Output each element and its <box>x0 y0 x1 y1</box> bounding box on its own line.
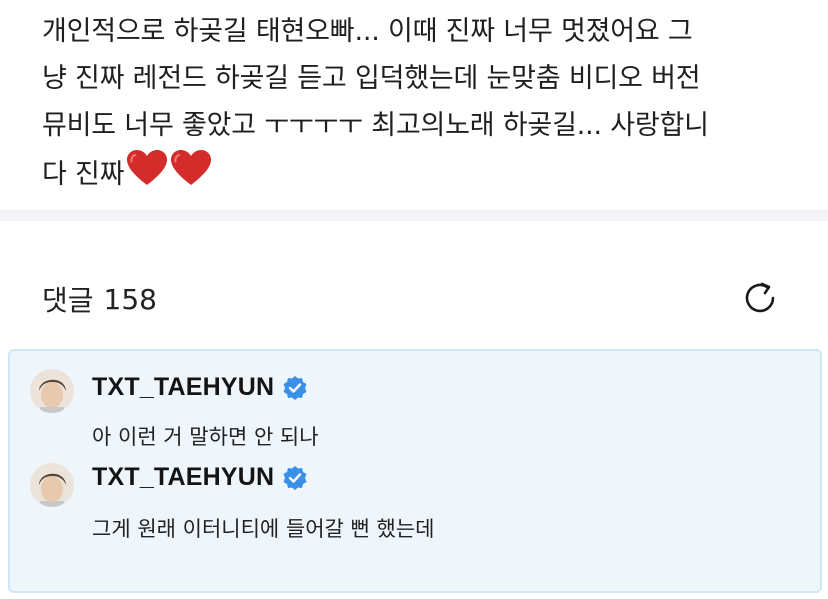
post-line-last: 다 진짜 <box>42 149 802 202</box>
comment-text: 아 이런 거 말하면 안 되나 <box>92 425 319 449</box>
heart-icon <box>170 149 212 202</box>
comments-label: 댓글 <box>42 284 94 317</box>
post-detail-page: 개인적으로 하곶길 태현오빠... 이때 진짜 너무 멋졌어요 그 냥 진짜 레… <box>0 0 828 599</box>
heart-icon <box>126 149 168 202</box>
avatar[interactable] <box>30 369 74 413</box>
highlighted-comments: TXT_TAEHYUN 아 이런 거 말하면 안 되나 TXT_TAEHYUN <box>8 349 822 593</box>
comment-text: 그게 원래 이터니티에 들어갈 뻔 했는데 <box>92 517 435 541</box>
post-line: 냥 진짜 레전드 하곶길 듣고 입덕했는데 눈맞춤 비디오 버전 <box>42 63 701 94</box>
section-divider <box>0 210 828 221</box>
post-line: 개인적으로 하곶길 태현오빠... 이때 진짜 너무 멋졌어요 그 <box>42 16 693 47</box>
comments-header: 댓글 158 <box>42 279 157 319</box>
author-name: TXT_TAEHYUN <box>92 373 275 401</box>
post-body: 개인적으로 하곶길 태현오빠... 이때 진짜 너무 멋졌어요 그 냥 진짜 레… <box>42 8 802 202</box>
avatar[interactable] <box>30 463 74 507</box>
verified-badge-icon <box>283 465 307 490</box>
refresh-button[interactable] <box>740 278 780 318</box>
comment-author[interactable]: TXT_TAEHYUN <box>92 463 308 492</box>
verified-badge-icon <box>283 375 307 400</box>
author-name: TXT_TAEHYUN <box>92 463 275 491</box>
comment-author[interactable]: TXT_TAEHYUN <box>92 373 308 402</box>
comments-count: 158 <box>103 282 157 316</box>
post-line-text: 다 진짜 <box>42 159 125 190</box>
post-line: 뮤비도 너무 좋았고 ㅜㅜㅜㅜ 최고의노래 하곶길... 사랑합니 <box>42 110 709 141</box>
refresh-icon <box>745 282 775 313</box>
